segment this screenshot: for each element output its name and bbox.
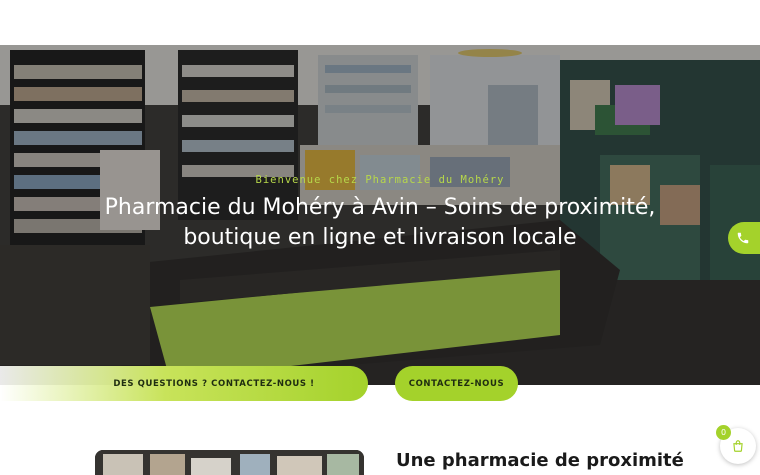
contact-button[interactable]: CONTACTEZ-NOUS [395, 366, 518, 401]
section-heading: Une pharmacie de proximité [396, 450, 684, 471]
phone-icon [737, 232, 749, 244]
cart-count-badge: 0 [716, 425, 731, 440]
pharmacy-interior-image [95, 450, 364, 475]
contact-label: CONTACTEZ-NOUS [408, 378, 505, 389]
site-header [0, 0, 760, 45]
questions-contact-label: DES QUESTIONS ? CONTACTEZ-NOUS ! [113, 378, 315, 389]
call-button[interactable] [728, 222, 760, 254]
hero-section: Bienvenue chez Pharmacie du Mohéry Pharm… [0, 45, 760, 385]
hero-title: Pharmacie du Mohéry à Avin – Soins de pr… [104, 195, 656, 250]
shopping-bag-icon [733, 440, 743, 452]
hero-subtitle: Bienvenue chez Pharmacie du Mohéry [255, 174, 505, 186]
page: Bienvenue chez Pharmacie du Mohéry Pharm… [0, 0, 760, 475]
questions-contact-button[interactable]: DES QUESTIONS ? CONTACTEZ-NOUS ! [0, 366, 368, 401]
